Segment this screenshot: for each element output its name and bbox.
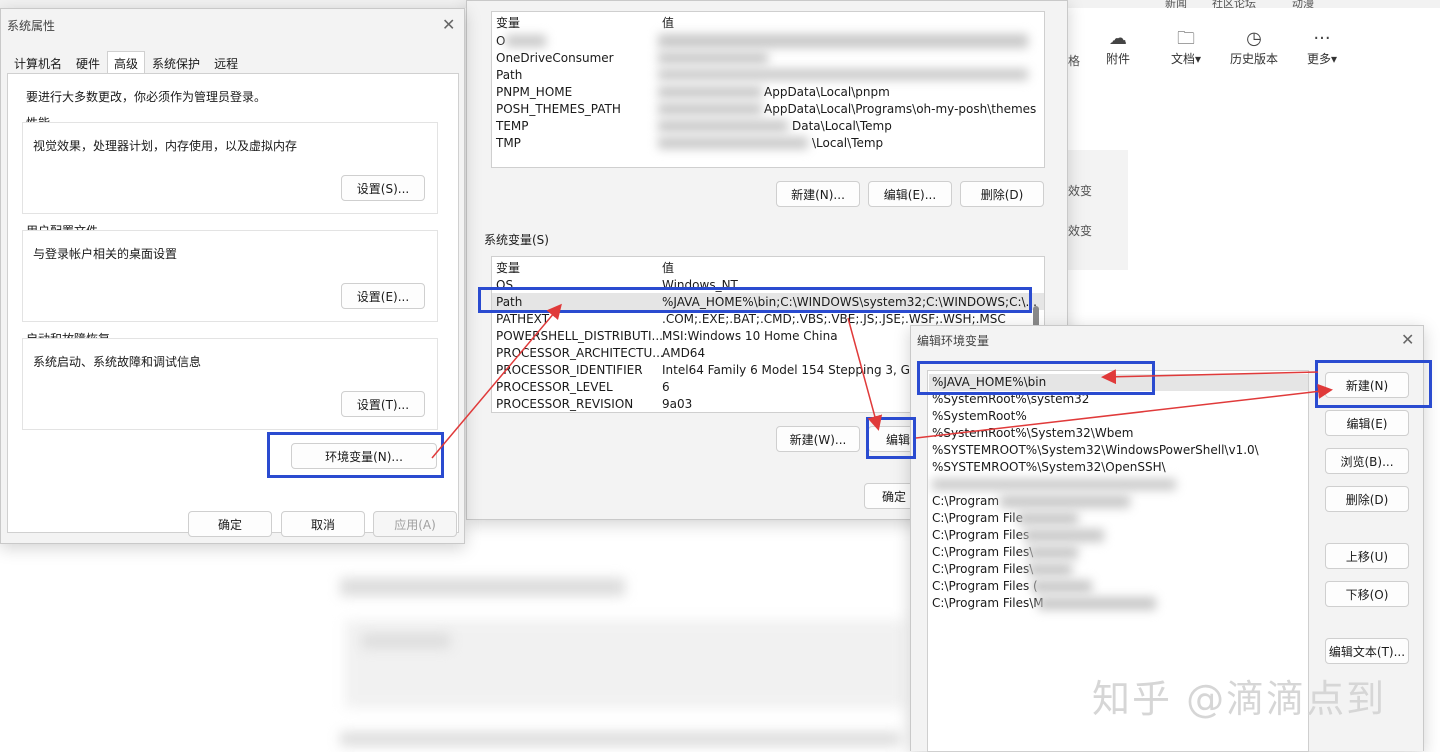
performance-settings-button[interactable]: 设置(S)... — [341, 175, 425, 201]
user-delete-button[interactable]: 删除(D) — [960, 181, 1044, 207]
apply-button[interactable]: 应用(A) — [373, 511, 457, 537]
more-icon: ··· — [1313, 28, 1331, 49]
startup-recovery-group: 系统启动、系统故障和调试信息 设置(T)... — [22, 338, 438, 430]
folder-plus-icon: 🗀 — [1177, 28, 1195, 49]
history-button[interactable]: ◷ 历史版本 — [1220, 28, 1288, 67]
more-button[interactable]: ··· 更多▾ — [1288, 28, 1356, 67]
browse-button[interactable]: 浏览(B)... — [1325, 448, 1409, 474]
document-button[interactable]: 🗀 文档▾ — [1152, 28, 1220, 67]
doc-snippet: 效变 — [1068, 184, 1093, 198]
performance-group: 视觉效果，处理器计划，内存使用，以及虚拟内存 设置(S)... — [22, 122, 438, 214]
system-new-button[interactable]: 新建(W)... — [776, 426, 860, 452]
doc-snippet: 效变 — [1068, 224, 1093, 238]
list-item[interactable]: %SystemRoot%\system32 — [932, 391, 1089, 408]
edit-text-button[interactable]: 编辑文本(T)... — [1325, 638, 1409, 664]
ok-button[interactable]: 确定 — [188, 511, 272, 537]
list-item[interactable] — [932, 476, 1182, 493]
table-row[interactable]: TMP \Local\Temp — [492, 134, 1044, 151]
blurred-content — [340, 732, 900, 746]
column-header-value[interactable]: 值 — [662, 14, 674, 31]
system-properties-dialog: 系统属性 ✕ 计算机名 硬件 高级 系统保护 远程 要进行大多数更改，你必须作为… — [0, 8, 465, 544]
cloud-icon: ☁ — [1109, 28, 1127, 49]
blurred-content — [340, 578, 625, 596]
bookmark-folder[interactable]: 新闻 — [1165, 0, 1187, 8]
table-row[interactable]: O — [492, 32, 1044, 49]
list-item[interactable]: %SYSTEMROOT%\System32\OpenSSH\ — [932, 459, 1166, 476]
table-row-selected[interactable]: Path %JAVA_HOME%\bin;C:\WINDOWS\system32… — [492, 293, 1044, 310]
close-icon[interactable]: ✕ — [442, 15, 455, 34]
list-item[interactable]: C:\Program Files ( — [932, 578, 1092, 595]
user-profiles-settings-button[interactable]: 设置(E)... — [341, 283, 425, 309]
doc-card — [1068, 150, 1128, 270]
column-header-name[interactable]: 变量 — [496, 259, 520, 276]
dialog-title: 系统属性 — [7, 19, 56, 33]
clock-icon: ◷ — [1246, 28, 1262, 49]
move-up-button[interactable]: 上移(U) — [1325, 543, 1409, 569]
column-header-value[interactable]: 值 — [662, 259, 674, 276]
list-item[interactable]: C:\Program Files — [932, 527, 1104, 544]
startup-recovery-settings-button[interactable]: 设置(T)... — [341, 391, 425, 417]
list-item-selected[interactable]: %JAVA_HOME%\bin — [929, 374, 1308, 391]
table-row[interactable]: TEMP Data\Local\Temp — [492, 117, 1044, 134]
attachment-button[interactable]: ☁ 附件 — [1084, 28, 1152, 67]
list-item[interactable]: C:\Program Files\ — [932, 544, 1078, 561]
table-row[interactable]: PNPM_HOME AppData\Local\pnpm — [492, 83, 1044, 100]
user-new-button[interactable]: 新建(N)... — [776, 181, 860, 207]
blurred-content — [362, 634, 450, 648]
toolbar-partial-label: 格 — [1068, 54, 1081, 68]
new-entry-button[interactable]: 新建(N) — [1325, 372, 1409, 398]
table-row[interactable]: OS Windows_NT — [492, 276, 1044, 293]
column-header-name[interactable]: 变量 — [496, 14, 520, 31]
list-item[interactable]: C:\Program Files\M — [932, 595, 1156, 612]
edit-entry-button[interactable]: 编辑(E) — [1325, 410, 1409, 436]
list-item[interactable]: C:\Program — [932, 493, 1130, 510]
bookmark-folder[interactable]: 社区论坛 — [1212, 0, 1256, 8]
user-edit-button[interactable]: 编辑(E)... — [868, 181, 952, 207]
list-item[interactable]: %SystemRoot% — [932, 408, 1027, 425]
list-item[interactable]: C:\Program File — [932, 510, 1078, 527]
tab-panel: 要进行大多数更改，你必须作为管理员登录。 性能 视觉效果，处理器计划，内存使用，… — [7, 73, 459, 533]
user-variables-table[interactable]: 变量 值 O OneDriveConsumer Path PNPM_HOME A… — [491, 11, 1045, 168]
cancel-button[interactable]: 取消 — [281, 511, 365, 537]
user-profiles-desc: 与登录帐户相关的桌面设置 — [33, 247, 178, 261]
list-item[interactable]: C:\Program Files\ — [932, 561, 1072, 578]
move-down-button[interactable]: 下移(O) — [1325, 581, 1409, 607]
list-item[interactable]: %SystemRoot%\System32\Wbem — [932, 425, 1133, 442]
user-profiles-group: 与登录帐户相关的桌面设置 设置(E)... — [22, 230, 438, 322]
startup-recovery-desc: 系统启动、系统故障和调试信息 — [33, 355, 202, 369]
watermark: 知乎 @滴滴点到 — [1092, 677, 1387, 721]
bookmark-folder[interactable]: 动漫 — [1292, 0, 1314, 8]
system-variables-label: 系统变量(S) — [484, 233, 549, 247]
admin-note: 要进行大多数更改，你必须作为管理员登录。 — [26, 90, 267, 104]
document-toolbar: ☁ 附件 🗀 文档▾ ◷ 历史版本 ··· 更多▾ — [1084, 28, 1356, 67]
table-row[interactable]: POSH_THEMES_PATH AppData\Local\Programs\… — [492, 100, 1044, 117]
table-row[interactable]: OneDriveConsumer — [492, 49, 1044, 66]
table-row[interactable]: Path — [492, 66, 1044, 83]
performance-desc: 视觉效果，处理器计划，内存使用，以及虚拟内存 — [33, 139, 298, 153]
list-item[interactable]: %SYSTEMROOT%\System32\WindowsPowerShell\… — [932, 442, 1259, 459]
close-icon[interactable]: ✕ — [1401, 330, 1414, 349]
delete-entry-button[interactable]: 删除(D) — [1325, 486, 1409, 512]
dialog-title: 编辑环境变量 — [917, 334, 990, 348]
environment-variables-button[interactable]: 环境变量(N)... — [291, 443, 437, 469]
